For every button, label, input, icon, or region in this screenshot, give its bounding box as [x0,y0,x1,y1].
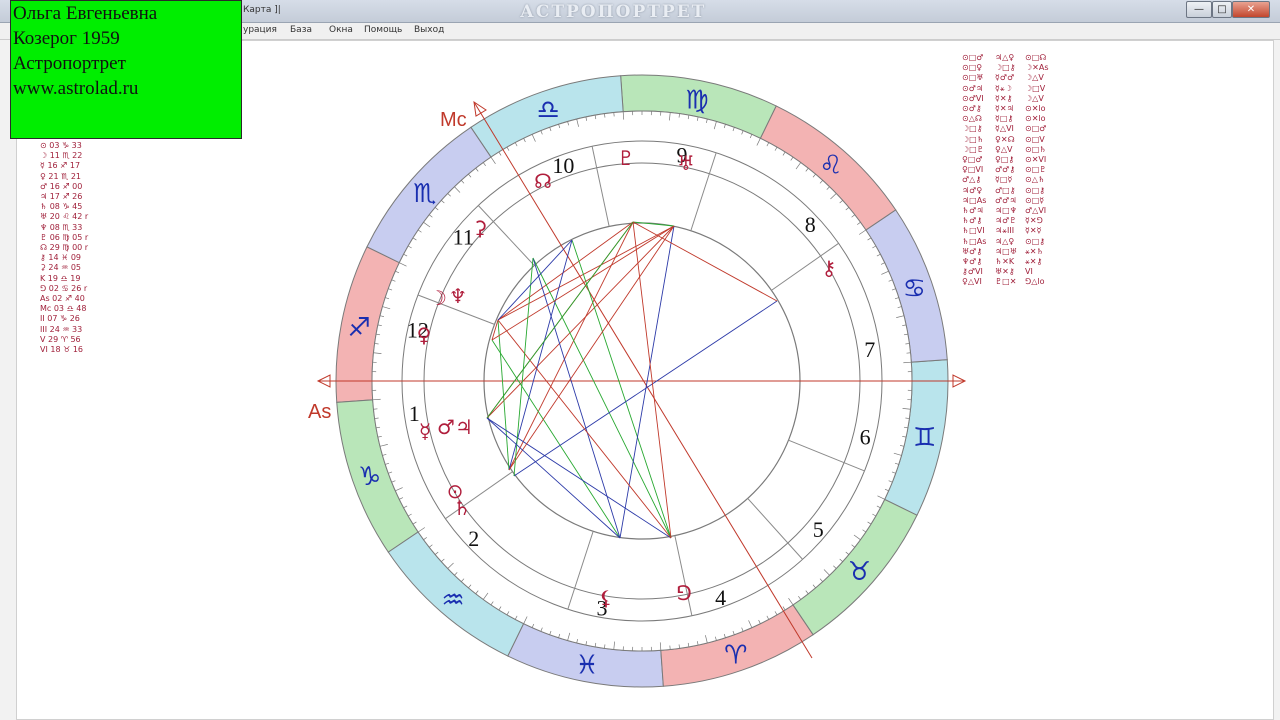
libra-glyph-icon: ♎ [537,96,560,126]
client-sign-year: Козерог 1959 [13,28,120,49]
node-icon: ☊ [534,169,552,193]
jupiter-icon: ♃ [455,415,473,439]
saturn-icon: ♄ [453,496,471,520]
midheaven-label: Mc [440,109,467,131]
mars-icon: ♂ [437,415,455,439]
cancer-glyph-icon: ♋ [903,274,926,304]
mercury-icon: ☿ [419,419,431,443]
house-number-6: 6 [860,425,871,450]
capricorn-glyph-icon: ♑ [358,462,381,492]
gemini-glyph-icon: ♊ [913,423,936,453]
virgo-glyph-icon: ♍ [685,85,708,115]
uranus-icon: ♅ [677,151,695,175]
venus-icon: ♀ [417,323,432,347]
sagittarius-glyph-icon: ♐ [348,313,371,343]
website-url: www.astrolad.ru [13,78,139,99]
lilith-icon: ⚸ [599,586,614,610]
house-number-11: 11 [453,224,474,249]
house-number-10: 10 [552,153,574,178]
house-number-5: 5 [813,517,824,542]
chiron-icon: ⚷ [822,256,837,280]
pluto-icon: ♇ [617,146,635,170]
scorpio-glyph-icon: ♏ [413,179,436,209]
leo-glyph-icon: ♌ [819,151,842,181]
program-name: Астропортрет [13,53,126,74]
house-number-7: 7 [864,337,875,362]
house-number-2: 2 [468,526,479,551]
client-name: Ольга Евгеньевна [13,3,158,24]
client-info-overlay: Ольга Евгеньевна Козерог 1959 Астропортр… [10,0,242,139]
taurus-glyph-icon: ♉ [848,557,871,587]
aries-glyph-icon: ♈ [724,640,747,670]
aquarius-glyph-icon: ♒ [441,585,464,615]
house-number-4: 4 [715,585,726,610]
ascendant-label: As [308,401,331,423]
pisces-glyph-icon: ♓ [575,651,598,681]
ceres-icon: ⚳ [473,216,488,240]
house-number-8: 8 [805,212,816,237]
white-moon-icon: ⅁ [676,581,692,605]
neptune-icon: ♆ [449,284,467,308]
moon-icon: ☽ [429,286,447,310]
